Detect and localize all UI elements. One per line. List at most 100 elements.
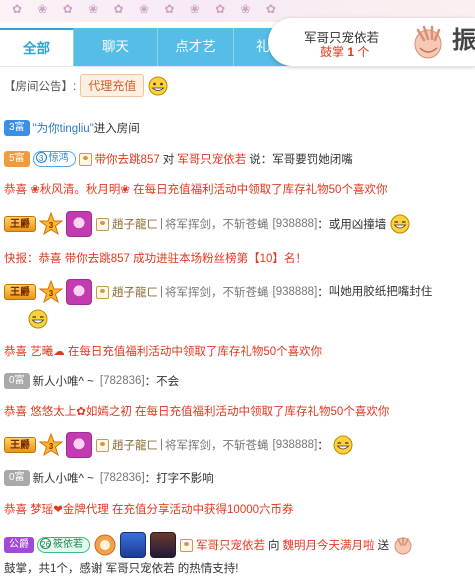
message-text: 打字不影响 (156, 473, 214, 485)
chat-message: 王爵 3 趙子龍ㄈ | 将军挥剑，不斩苍蝇 [938888] ： (4, 432, 471, 458)
message-text: 军哥要罚她闭嘴 (272, 154, 353, 166)
star-level-icon: 3 (39, 433, 63, 457)
user-name[interactable]: 新人小唯^ ~ (33, 373, 94, 389)
gift-name: 鼓掌 (320, 45, 345, 59)
colon: ： (317, 440, 329, 452)
chat-message: 3富 "为你tingliu" 进入房间 (4, 120, 471, 136)
notice-link[interactable]: 代理充值 (80, 74, 145, 97)
user-id: [782836] (99, 472, 145, 484)
user-name[interactable]: 新人小唯^ ~ (33, 470, 94, 486)
announcement-text: 恭喜 ❀秋风清。秋月明❀ 在每日充值福利活动中领取了库存礼物50个喜欢你 (4, 184, 388, 196)
clap-gift-icon (394, 537, 412, 555)
gift-unit: 个 (357, 45, 370, 59)
rank-badge: 王爵 (4, 284, 36, 300)
wealth-level-badge: 3富 (4, 120, 30, 136)
user-title: 将军挥剑，不斩苍蝇 (165, 287, 269, 299)
system-announcement: 恭喜 艺曦☁ 在每日充值福利活动中领取了库存礼物50个喜欢你 (4, 343, 471, 359)
rank-badge: 王爵 (4, 216, 36, 232)
user-name[interactable]: 趙子龍ㄈ (112, 284, 158, 300)
system-announcement: 快报：恭喜 带你去跳857 成功进驻本场粉丝榜第【10】名！ (4, 250, 471, 266)
user-title: 将军挥剑，不斩苍蝇 (165, 440, 269, 452)
user-name[interactable]: 军哥只宠依若 (196, 537, 265, 553)
medal-avatar-blue (120, 532, 146, 558)
fan-badge-level: 3 (35, 152, 47, 163)
user-icon (96, 285, 109, 299)
user-icon (96, 438, 109, 452)
system-announcement: 恭喜 梦瑶❤金牌代理 在充值分享活动中获得10000六币券 (4, 501, 471, 517)
announcement-text: 恭喜 艺曦☁ 在每日充值福利活动中领取了库存礼物50个喜欢你 (4, 346, 323, 358)
wealth-level-badge: 0富 (4, 470, 30, 486)
user-avatar[interactable] (66, 279, 92, 305)
svg-text:3: 3 (49, 442, 54, 451)
message-continuation (4, 309, 471, 329)
message-text: 或用凶撞墙 (328, 219, 387, 231)
fan-badge: 3 惊鸿 (32, 151, 76, 167)
say-label: 说： (249, 154, 273, 166)
user-avatar[interactable] (66, 432, 92, 458)
user-id: [782836] (99, 375, 145, 387)
announcement-text: 恭喜 悠悠太上✿如嫣之初 在每日充值福利活动中领取了库存礼物50个喜欢你 (4, 406, 390, 418)
gift-count: 1 (347, 45, 355, 59)
laugh-emoji-icon (28, 309, 48, 329)
user-avatar[interactable] (66, 211, 92, 237)
user-title: 将军挥剑，不斩苍蝇 (165, 219, 269, 231)
user-id: [938888] (272, 218, 318, 230)
laugh-emoji-icon (390, 214, 410, 234)
gift-thanks-line: 鼓掌，共1个，感谢 军哥只宠依若 的热情支持! (4, 563, 239, 575)
announcement-text: 快报：恭喜 带你去跳857 成功进驻本场粉丝榜第【10】名！ (4, 253, 307, 265)
fan-badge: 26 筱依若 (37, 537, 90, 553)
chat-message: 0富 新人小唯^ ~ [782836] ： 打字不影响 (4, 470, 471, 486)
laugh-emoji-icon (333, 435, 353, 455)
tab-talent[interactable]: 点才艺 (158, 28, 234, 66)
chat-message: 5富 3 惊鸿 带你去跳857 对 军哥只宠依若 说： 军哥要罚她闭嘴 (4, 151, 471, 167)
decor-glyphs: ✿ ❀ ✿ ❀ ✿ ❀ ✿ ❀ ✿ ❀ ✿ (12, 2, 282, 16)
star-level-icon: 3 (39, 280, 63, 304)
user-icon (96, 217, 109, 231)
colon: ： (317, 219, 329, 231)
wealth-level-badge: 0富 (4, 373, 30, 389)
colon: ： (144, 376, 157, 388)
user-name[interactable]: 趙子龍ㄈ (112, 216, 158, 232)
grin-emoji-icon (148, 76, 168, 95)
chat-message: 0富 新人小唯^ ~ [782836] ： 不会 (4, 373, 471, 389)
colon: ： (317, 287, 329, 299)
system-announcement: 恭喜 ❀秋风清。秋月明❀ 在每日充值福利活动中领取了库存礼物50个喜欢你 (4, 181, 471, 197)
chat-message-list[interactable]: 【房间公告】: 代理充值 3富 "为你tingliu" 进入房间 5富 3 惊鸿 … (0, 66, 475, 577)
target-user-name[interactable]: 魏明月今天满月啦 (283, 537, 375, 553)
announcement-text: 恭喜 梦瑶❤金牌代理 在充值分享活动中获得10000六币券 (4, 504, 294, 516)
tab-all[interactable]: 全部 (0, 28, 74, 66)
fan-badge-name: 筱依若 (53, 539, 83, 550)
gift-count-line: 鼓掌 1 个 (320, 43, 369, 60)
gift-notification-card: 军哥只宠依若 鼓掌 1 个 振 (268, 18, 475, 66)
system-announcement: 恭喜 悠悠太上✿如嫣之初 在每日充值福利活动中领取了库存礼物50个喜欢你 (4, 403, 471, 419)
fan-badge-name: 惊鸿 (48, 153, 69, 164)
message-text: 进入房间 (93, 123, 140, 135)
tab-chat[interactable]: 聊天 (74, 28, 158, 66)
chat-message: 王爵 3 趙子龍ㄈ | 将军挥剑，不斩苍蝇 [938888] ： 或用凶撞墙 (4, 211, 471, 237)
fan-badge-level: 26 (40, 538, 51, 549)
separator: | (160, 286, 163, 298)
room-notice: 【房间公告】: 代理充值 (4, 74, 471, 97)
colon: ： (144, 473, 157, 485)
user-name[interactable]: 趙子龍ㄈ (112, 437, 158, 453)
message-text: 不会 (156, 376, 180, 388)
target-user-name[interactable]: 军哥只宠依若 (177, 151, 246, 167)
separator: | (160, 218, 163, 230)
user-icon (180, 538, 193, 552)
user-icon (78, 152, 92, 166)
gift-medal-icon (94, 534, 116, 556)
clap-hands-icon (414, 25, 442, 59)
big-char-decoration: 振 (452, 25, 475, 54)
chat-message: 公爵 26 筱依若 军哥只宠依若 向 魏明月今天满月啦 送 (4, 532, 471, 558)
user-name[interactable]: "为你tingliu" (33, 120, 94, 136)
star-level-icon: 3 (39, 212, 63, 236)
message-text: 叫她用胶纸把嘴封住 (328, 286, 433, 298)
medal-avatar-dark (150, 532, 176, 558)
user-name[interactable]: 带你去跳857 (95, 151, 160, 167)
notice-prefix: 【房间公告】: (4, 80, 77, 93)
svg-text:3: 3 (49, 289, 54, 298)
user-id: [938888] (272, 286, 318, 298)
message-text: 送 (377, 540, 390, 552)
rank-badge: 公爵 (4, 537, 34, 553)
separator: | (160, 439, 163, 451)
